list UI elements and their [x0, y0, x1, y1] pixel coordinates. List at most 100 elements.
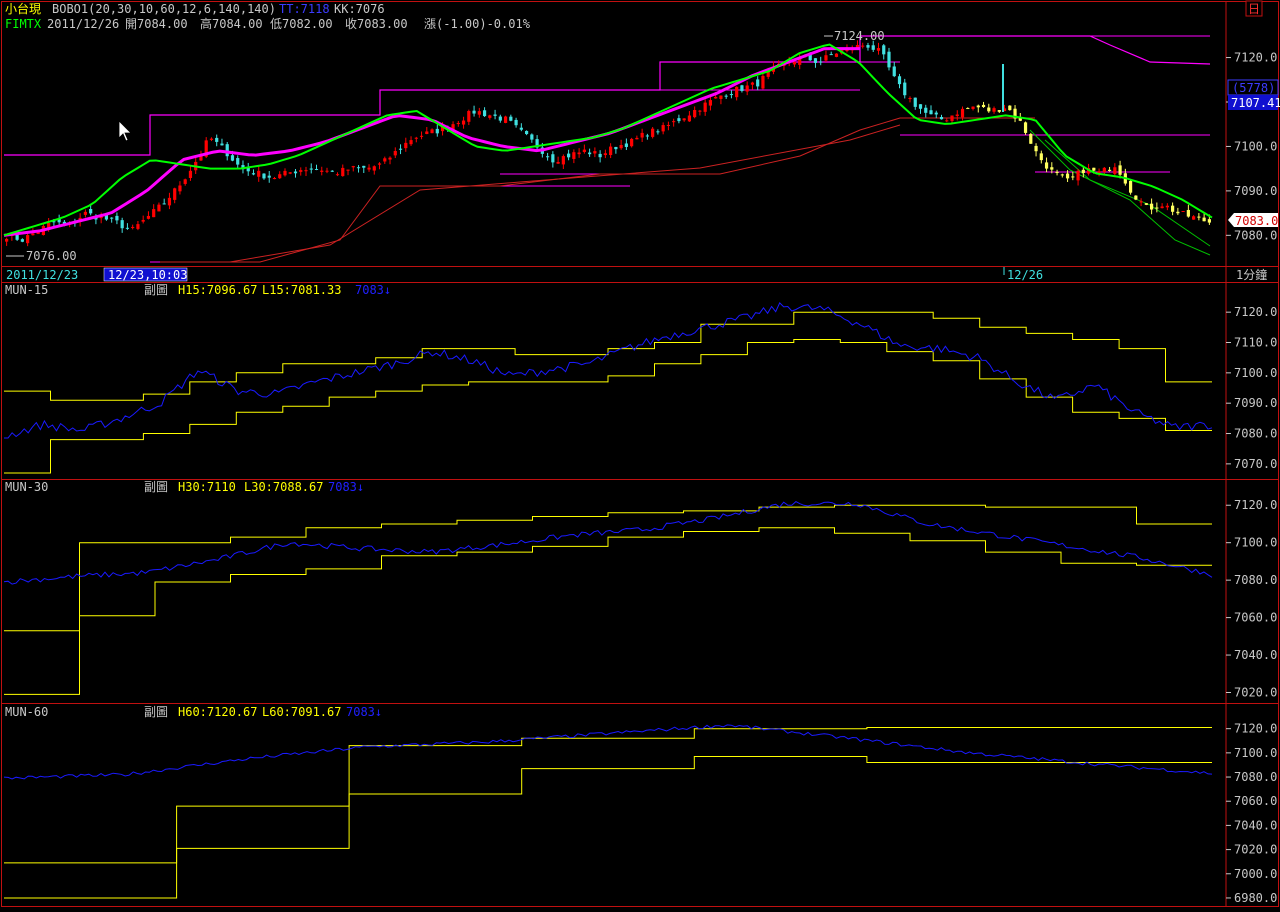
open-price: 開7084.00: [125, 17, 188, 31]
interval-label[interactable]: 1分鐘: [1236, 267, 1267, 282]
indicator-params: BOBO1(20,30,10,60,12,6,140,140): [52, 2, 276, 16]
candle-body: [661, 125, 665, 132]
mun60-panel: 7120.0 7100.0 7080.0 7060.0 7040.0 7020.0 7000…: [3, 722, 1277, 905]
candle-body: [1102, 167, 1106, 172]
candle-body: [740, 85, 744, 91]
candle-body: [335, 174, 340, 176]
candle-body: [20, 239, 24, 242]
candle-body: [188, 170, 193, 178]
candle-body: [735, 86, 739, 98]
candle-body: [750, 82, 755, 85]
sub-tick-label: 7080.0: [1234, 427, 1277, 441]
candle-body: [813, 58, 818, 63]
candle-body: [346, 169, 350, 171]
series-h30: [4, 504, 1212, 632]
calendar-icon[interactable]: 日: [1245, 0, 1263, 17]
candle-body: [1065, 173, 1070, 179]
candle-body: [614, 146, 618, 150]
candle-body: [987, 107, 991, 112]
mun15-v: 7083↓: [355, 283, 391, 297]
candle-body: [220, 143, 224, 146]
sub-tick-label: 7090.0: [1234, 396, 1277, 410]
candle-body: [398, 148, 403, 150]
start-date: 2011/12/23: [6, 268, 78, 282]
candle-body: [682, 118, 686, 121]
contract-code: FIMTX: [5, 17, 42, 31]
candle-body: [1092, 167, 1096, 171]
candle-body: [1176, 211, 1180, 214]
candle-body: [913, 97, 917, 107]
candle-body: [393, 150, 397, 156]
time-cursor: 12/23,10:03: [108, 268, 187, 282]
candle-body: [414, 137, 418, 139]
sub-tick-label: 7100.0: [1234, 536, 1277, 550]
mun30-h: H30:7110: [178, 480, 236, 494]
candle-body: [367, 167, 371, 170]
candle-body: [756, 79, 760, 87]
candle-body: [871, 45, 875, 50]
price-tick-label: 7120.0: [1234, 51, 1277, 65]
candle-body: [598, 153, 602, 158]
candle-body: [110, 217, 114, 219]
candle-body: [419, 135, 424, 137]
mouse-cursor-icon: [118, 120, 132, 142]
candle-body: [945, 120, 949, 122]
candle-body: [903, 82, 907, 96]
candle-body: [572, 152, 576, 159]
candle-body: [630, 138, 634, 147]
candle-body: [167, 197, 172, 206]
candle-body: [1107, 169, 1112, 171]
mun15-l: L15:7081.33: [262, 283, 341, 297]
candle-body: [283, 170, 287, 176]
sub-tick-label: 7020.0: [1234, 843, 1277, 857]
candle-body: [1202, 217, 1206, 222]
sub-tick-label: 7080.0: [1234, 770, 1277, 784]
candle-body: [976, 105, 980, 108]
mun30-header: MUN-30 副圖 H30:7110 L30:7088.67 7083↓: [5, 480, 364, 494]
price-tick-label: 7100.0: [1234, 139, 1277, 153]
candle-body: [530, 134, 534, 140]
candle-body: [624, 143, 628, 147]
candle-body: [278, 174, 282, 179]
chart-window: 小台現 BOBO1(20,30,10,60,12,6,140,140) TT:7…: [0, 0, 1280, 908]
candle-body: [83, 211, 88, 215]
candle-body: [887, 51, 891, 68]
series-mun: [4, 302, 1213, 439]
high-price: 高7084.00: [200, 16, 263, 31]
chart-canvas[interactable]: 小台現 BOBO1(20,30,10,60,12,6,140,140) TT:7…: [0, 0, 1280, 908]
sub-tick-label: 7060.0: [1234, 794, 1277, 808]
mun60-title: MUN-60: [5, 705, 48, 719]
mun60-l: L60:7091.67: [262, 705, 341, 719]
candle-body: [131, 226, 135, 228]
candle-body: [897, 76, 902, 85]
candle-body: [950, 115, 954, 122]
candle-body: [383, 158, 387, 162]
candle-body: [330, 170, 334, 172]
candle-body: [792, 61, 797, 65]
candle-body: [866, 45, 870, 48]
candle-body: [236, 158, 240, 165]
candle-body: [724, 95, 728, 97]
candle-body: [1034, 145, 1038, 152]
sub-tick-label: 7000.0: [1234, 867, 1277, 881]
sub-tick-label: 7120.0: [1234, 305, 1277, 319]
candle-body: [1155, 207, 1159, 209]
candle-body: [136, 224, 140, 229]
candle-body: [651, 128, 655, 137]
candle-body: [1134, 195, 1138, 200]
candle-body: [556, 161, 560, 164]
series-l60: [4, 756, 1212, 899]
candle-body: [125, 227, 130, 229]
candle-body: [461, 120, 466, 125]
volume-badge: (5778): [1227, 79, 1279, 96]
tt-value: TT:7118: [279, 2, 330, 16]
candle-body: [409, 140, 413, 145]
candle-body: [356, 167, 361, 169]
candle-body: [162, 203, 166, 205]
candle-body: [519, 127, 523, 130]
candle-body: [1118, 165, 1122, 175]
sub-tick-label: 7120.0: [1234, 722, 1277, 736]
candle-body: [1139, 201, 1143, 203]
candle-body: [1144, 203, 1148, 205]
candle-body: [146, 215, 151, 219]
